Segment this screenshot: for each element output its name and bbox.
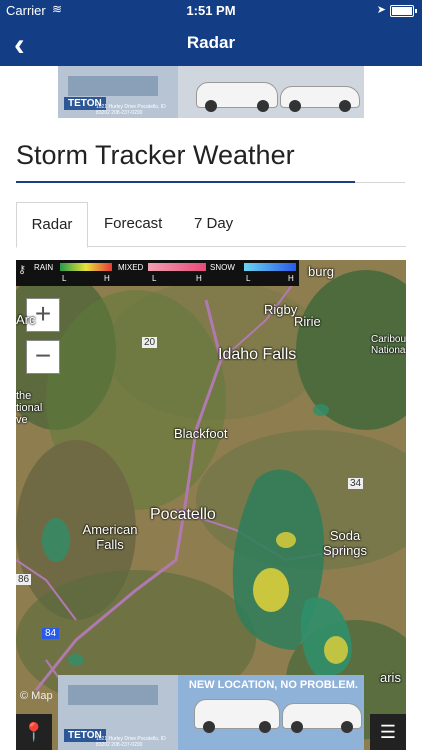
map-label-ririe: Ririe	[294, 314, 321, 329]
map-label-idaho-falls: Idaho Falls	[218, 346, 297, 363]
highway-20-shield: 20	[142, 337, 158, 348]
snow-low: L	[246, 274, 251, 283]
title-underline	[16, 181, 355, 183]
ad-tagline: NEW LOCATION, NO PROBLEM.	[188, 679, 358, 691]
snow-high: H	[288, 274, 294, 283]
snow-gradient	[244, 263, 296, 271]
highway-84-shield: 84	[42, 628, 60, 639]
rain-gradient	[60, 263, 112, 271]
map-label-rigby: Rigby	[264, 302, 298, 317]
zoom-out-button[interactable]: −	[26, 340, 60, 374]
battery-icon	[390, 5, 417, 17]
mixed-high: H	[196, 274, 202, 283]
legend-mixed: MIXED	[118, 263, 144, 272]
map-label-caribou: Caribou Nationa	[371, 334, 406, 356]
ad-address: 1021 Hurley Drive Pocatello, ID 83202 20…	[96, 104, 166, 116]
map-label-soda-springs: Soda Springs	[322, 528, 368, 558]
top-ad-banner[interactable]: TETON 1021 Hurley Drive Pocatello, ID 83…	[58, 66, 364, 118]
key-icon: ⚷	[18, 264, 27, 276]
ad-suv-image	[194, 699, 280, 733]
map-attribution[interactable]: © Map	[20, 690, 53, 702]
page-title: Storm Tracker Weather	[16, 140, 295, 170]
map-pin-icon[interactable]: 📍	[16, 714, 52, 750]
nav-title: Radar	[186, 33, 236, 52]
legend-rain: RAIN	[34, 263, 54, 272]
ad-sedan-image	[280, 86, 360, 112]
navigation-bar: ‹ Radar	[0, 22, 422, 66]
legend-snow: SNOW	[210, 263, 235, 272]
map-label-american-falls: American Falls	[82, 522, 138, 552]
ad-address: 1021 Hurley Drive Pocatello, ID 83202 20…	[96, 736, 166, 748]
mixed-low: L	[152, 274, 157, 283]
map-label-tional: the tional ve	[16, 390, 43, 426]
status-bar: Carrier ≋ 1:51 PM ➤	[0, 0, 422, 22]
battery-fill	[392, 7, 412, 15]
map-label-arc: Arc	[16, 312, 36, 327]
rain-high: H	[104, 274, 110, 283]
title-divider	[355, 182, 405, 183]
map-label-pocatello: Pocatello	[150, 506, 216, 523]
ad-sedan-image	[282, 703, 362, 733]
map-label-aris: aris	[380, 670, 401, 685]
layers-icon[interactable]: ☰	[370, 714, 406, 750]
ad-suv-image	[196, 82, 278, 112]
map-label-burg: burg	[308, 264, 335, 279]
tab-forecast[interactable]: Forecast	[104, 202, 162, 246]
clock: 1:51 PM	[186, 3, 236, 18]
highway-86-shield: 86	[16, 574, 32, 585]
location-arrow-icon: ➤	[376, 4, 386, 16]
highway-34-shield: 34	[348, 478, 364, 489]
tab-7-day[interactable]: 7 Day	[194, 202, 233, 246]
map-label-blackfoot: Blackfoot	[174, 426, 228, 441]
bottom-ad-banner[interactable]: NEW LOCATION, NO PROBLEM. TETON 1021 Hur…	[58, 675, 364, 750]
mixed-gradient	[148, 263, 206, 271]
tab-bar: Radar Forecast 7 Day	[16, 202, 406, 248]
rain-low: L	[62, 274, 67, 283]
radar-legend: ⚷ RAIN MIXED SNOW L H L H L H	[16, 260, 299, 286]
tab-radar[interactable]: Radar	[16, 202, 88, 248]
